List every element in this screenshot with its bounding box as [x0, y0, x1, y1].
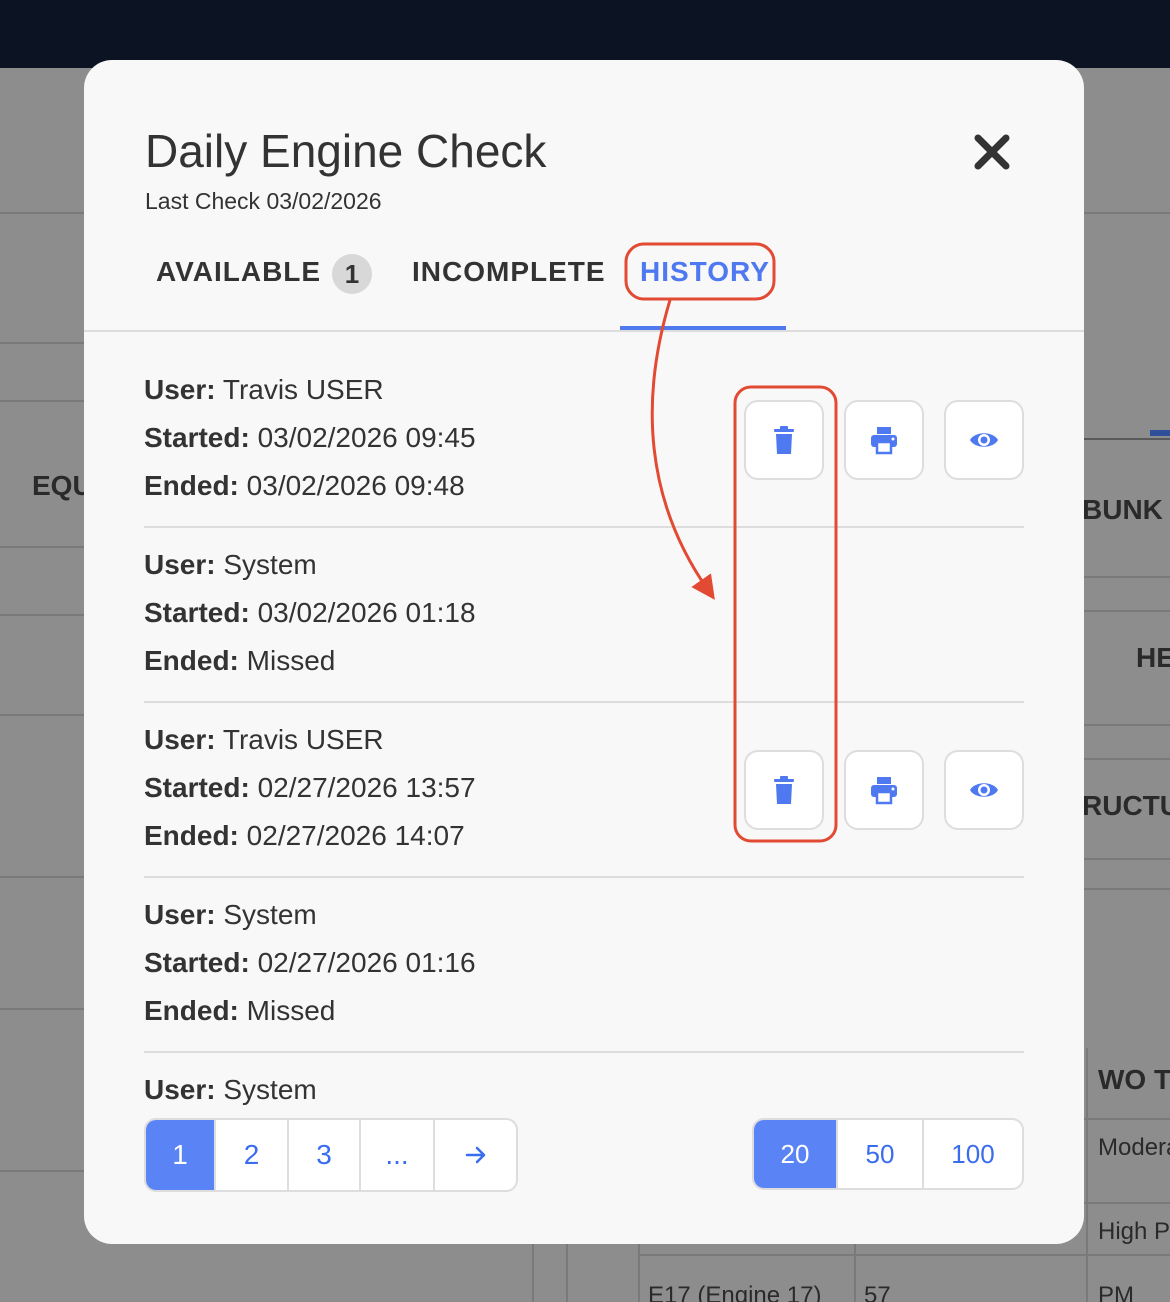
bg-label-moderate: Modera: [1098, 1134, 1170, 1161]
entry-divider: [144, 526, 1024, 528]
entry-divider: [144, 1051, 1024, 1053]
page-size-20[interactable]: 20: [754, 1120, 838, 1188]
printer-icon: [871, 777, 897, 805]
eye-icon: [970, 783, 998, 797]
bg-label-pm: PM: [1098, 1282, 1134, 1302]
user-line: User: Travis USER: [144, 374, 384, 405]
page-2-button[interactable]: 2: [216, 1120, 289, 1190]
next-page-button[interactable]: [435, 1120, 516, 1190]
tab-available[interactable]: AVAILABLE: [156, 256, 321, 288]
entry-divider: [144, 701, 1024, 703]
bg-label-57: 57: [864, 1282, 891, 1302]
started-line: Started: 03/02/2026 01:18: [144, 597, 476, 628]
daily-engine-check-modal: Daily Engine Check Last Check 03/02/2026…: [84, 60, 1084, 1244]
bg-label-engine: E17 (Engine 17): [648, 1282, 822, 1302]
last-check-subtitle: Last Check 03/02/2026: [145, 188, 382, 214]
page-ellipsis: ...: [361, 1120, 435, 1190]
page-size-100[interactable]: 100: [924, 1120, 1022, 1188]
view-button[interactable]: [944, 750, 1024, 830]
print-button[interactable]: [844, 750, 924, 830]
delete-button[interactable]: [744, 400, 824, 480]
ended-line: Ended: 03/02/2026 09:48: [144, 470, 465, 501]
user-line: User: Travis USER: [144, 724, 384, 755]
bg-label-he: HE: [1136, 642, 1170, 673]
bg-label-bunk: BUNK: [1082, 494, 1163, 525]
trash-icon: [774, 426, 794, 454]
delete-button[interactable]: [744, 750, 824, 830]
entry-divider: [144, 876, 1024, 878]
user-line: User: System: [144, 1074, 317, 1105]
ended-line: Ended: Missed: [144, 995, 336, 1026]
view-button[interactable]: [944, 400, 1024, 480]
tabs-divider: [84, 330, 1084, 332]
ended-line: Ended: 02/27/2026 14:07: [144, 820, 465, 851]
page-size-50[interactable]: 50: [838, 1120, 924, 1188]
printer-icon: [871, 427, 897, 455]
bg-label-ructu: RUCTU: [1082, 790, 1170, 821]
available-count-badge: 1: [332, 254, 372, 294]
page-size-selector: 20 50 100: [752, 1118, 1024, 1190]
top-app-bar: [0, 0, 1170, 68]
started-line: Started: 02/27/2026 01:16: [144, 947, 476, 978]
trash-icon: [774, 776, 794, 804]
user-line: User: System: [144, 549, 317, 580]
tab-incomplete[interactable]: INCOMPLETE: [412, 256, 606, 288]
user-line: User: System: [144, 899, 317, 930]
eye-icon: [970, 433, 998, 447]
started-line: Started: 02/27/2026 13:57: [144, 772, 476, 803]
started-line: Started: 03/02/2026 09:45: [144, 422, 476, 453]
close-icon[interactable]: [970, 130, 1014, 174]
pagination: 1 2 3 ...: [144, 1118, 518, 1192]
page-3-button[interactable]: 3: [289, 1120, 361, 1190]
tab-history[interactable]: HISTORY: [640, 256, 770, 288]
page-1-button[interactable]: 1: [146, 1120, 216, 1190]
bg-label-wo: WO T: [1098, 1064, 1170, 1095]
ended-line: Ended: Missed: [144, 645, 336, 676]
modal-title: Daily Engine Check: [145, 125, 547, 177]
bg-label-high: High Pr: [1098, 1218, 1170, 1245]
arrow-right-icon: [465, 1146, 485, 1164]
print-button[interactable]: [844, 400, 924, 480]
